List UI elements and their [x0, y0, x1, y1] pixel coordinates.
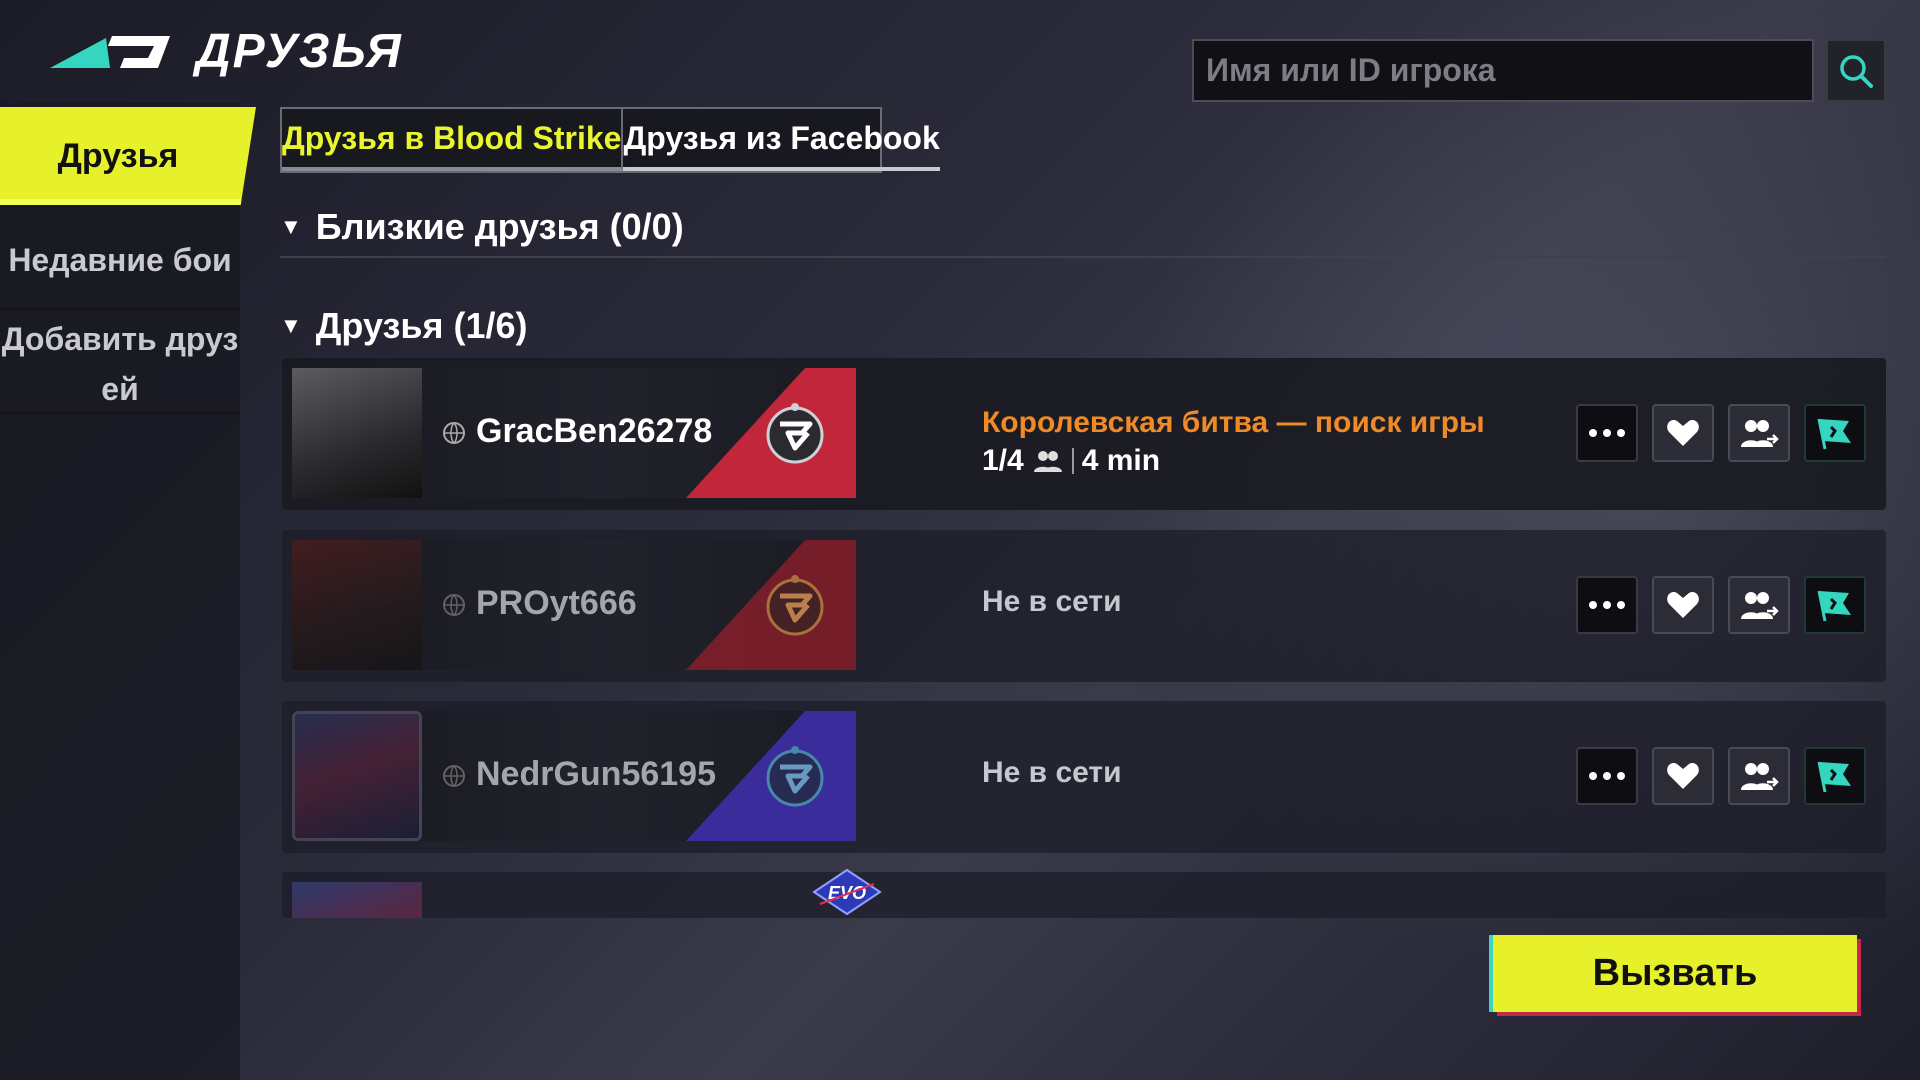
- globe-icon: [443, 594, 465, 616]
- sidebar-item-label: Недавние бои: [8, 242, 232, 278]
- player-card[interactable]: GracBen26278: [292, 368, 856, 498]
- collapse-triangle-icon: ▼: [280, 313, 302, 338]
- heart-icon: [1667, 592, 1699, 618]
- player-card[interactable]: PROyt666: [292, 540, 856, 670]
- section-title: Близкие друзья (0/0): [315, 206, 684, 247]
- sidebar-item-recent-battles[interactable]: Недавние бои: [0, 210, 240, 310]
- more-button[interactable]: [1576, 576, 1638, 634]
- avatar: [292, 711, 422, 841]
- status-text: Не в сети: [982, 585, 1122, 618]
- status-text: Не в сети: [982, 756, 1122, 789]
- globe-icon: [443, 422, 465, 444]
- close-friend-button[interactable]: [1652, 576, 1714, 634]
- heart-icon: [1667, 420, 1699, 446]
- rank-badge-icon: [766, 575, 824, 636]
- globe-icon: [443, 765, 465, 787]
- more-icon: [1589, 601, 1625, 609]
- party-count: 1/4: [982, 444, 1024, 477]
- more-button[interactable]: [1576, 747, 1638, 805]
- friend-actions: [1576, 404, 1866, 462]
- friend-row[interactable]: PROyt666 Не в сети: [282, 530, 1886, 682]
- separator: [1071, 448, 1074, 474]
- rank-badge-icon: [766, 403, 824, 464]
- friend-actions: [1576, 576, 1866, 634]
- tab-blood-strike-friends[interactable]: Друзья в Blood Strike: [282, 109, 624, 171]
- close-friend-button[interactable]: [1652, 747, 1714, 805]
- avatar: [292, 882, 422, 918]
- section-title: Друзья (1/6): [315, 305, 528, 346]
- player-name: GracBen26278: [476, 412, 713, 450]
- heart-icon: [1667, 763, 1699, 789]
- divider: [280, 256, 1886, 258]
- search-button[interactable]: [1826, 39, 1886, 102]
- player-name: NedrGun56195: [476, 755, 716, 793]
- sidebar-item-label: Добавить друз ей: [1, 321, 239, 407]
- challenge-button[interactable]: [1804, 747, 1866, 805]
- flag-icon: [1817, 590, 1851, 622]
- friends-section-header[interactable]: ▼ Друзья (1/6): [280, 305, 528, 347]
- player-name: PROyt666: [476, 584, 637, 622]
- party-invite-icon: [1741, 592, 1779, 619]
- invite-to-party-button[interactable]: [1728, 404, 1790, 462]
- blood-strike-logo-icon: [50, 36, 170, 68]
- invite-to-party-button[interactable]: [1728, 747, 1790, 805]
- rank-badge-icon: [766, 746, 824, 807]
- sidebar-item-add-friends[interactable]: Добавить друз ей: [0, 312, 240, 414]
- friend-row[interactable]: NedrGun56195 Не в сети: [282, 701, 1886, 853]
- more-button[interactable]: [1576, 404, 1638, 462]
- search-icon: [1840, 54, 1873, 88]
- friends-tabs: Друзья в Blood Strike Друзья из Facebook: [280, 107, 940, 173]
- status-text: Королевская битва — поиск игры: [982, 406, 1485, 439]
- close-friends-section-header[interactable]: ▼ Близкие друзья (0/0): [280, 206, 684, 248]
- challenge-button[interactable]: [1804, 404, 1866, 462]
- search-input[interactable]: [1192, 39, 1814, 102]
- avatar: [292, 368, 422, 498]
- call-button-label: Вызвать: [1592, 952, 1758, 994]
- more-icon: [1589, 429, 1625, 437]
- call-button[interactable]: Вызвать: [1493, 935, 1857, 1012]
- avatar: [292, 540, 422, 670]
- page-title: ДРУЗЬЯ: [196, 25, 403, 78]
- close-friend-button[interactable]: [1652, 404, 1714, 462]
- party-icon: [1033, 451, 1062, 472]
- party-info: 1/4 4 min: [982, 444, 1160, 478]
- evo-badge-icon: EVO: [812, 868, 882, 916]
- party-invite-icon: [1741, 763, 1779, 790]
- flag-icon: [1817, 418, 1851, 450]
- party-invite-icon: [1741, 420, 1779, 447]
- challenge-button[interactable]: [1804, 576, 1866, 634]
- friend-row[interactable]: GracBen26278 Королевская битва — поиск и…: [282, 358, 1886, 510]
- collapse-triangle-icon: ▼: [280, 214, 302, 239]
- friend-row-partial[interactable]: [282, 872, 1886, 918]
- sidebar-item-friends[interactable]: Друзья: [0, 107, 256, 205]
- player-card[interactable]: NedrGun56195: [292, 711, 856, 841]
- invite-to-party-button[interactable]: [1728, 576, 1790, 634]
- more-icon: [1589, 772, 1625, 780]
- tab-facebook-friends[interactable]: Друзья из Facebook: [623, 109, 940, 171]
- flag-icon: [1817, 761, 1851, 793]
- friend-actions: [1576, 747, 1866, 805]
- sidebar-item-label: Друзья: [57, 136, 179, 175]
- match-time: 4 min: [1081, 444, 1161, 477]
